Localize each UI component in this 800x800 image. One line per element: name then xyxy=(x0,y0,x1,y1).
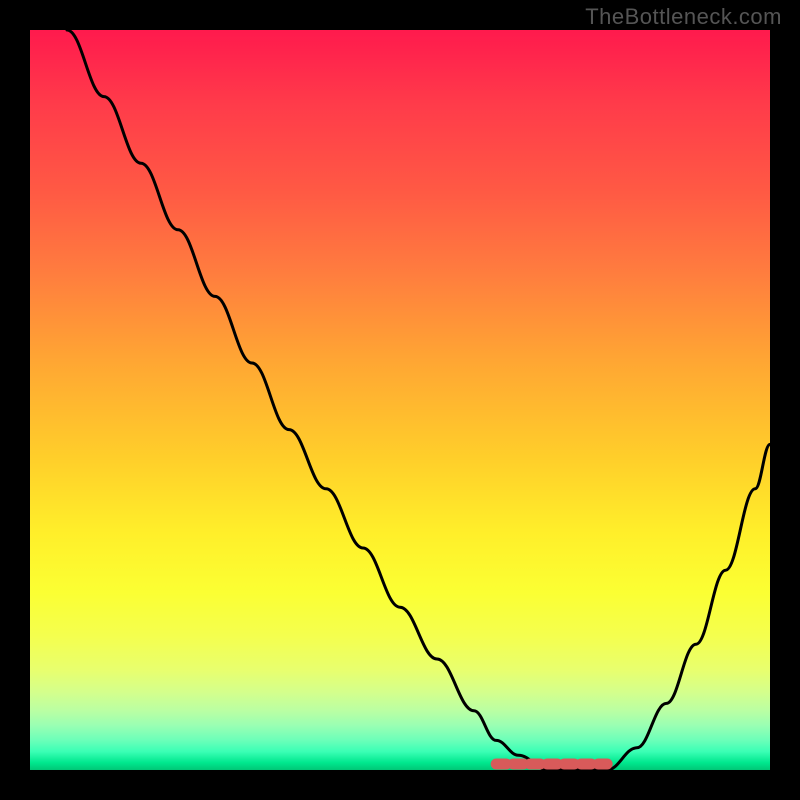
chart-frame: TheBottleneck.com xyxy=(0,0,800,800)
bottleneck-curve-svg xyxy=(30,30,770,770)
watermark-text: TheBottleneck.com xyxy=(585,4,782,30)
plot-area xyxy=(30,30,770,770)
bottleneck-curve xyxy=(67,30,770,770)
